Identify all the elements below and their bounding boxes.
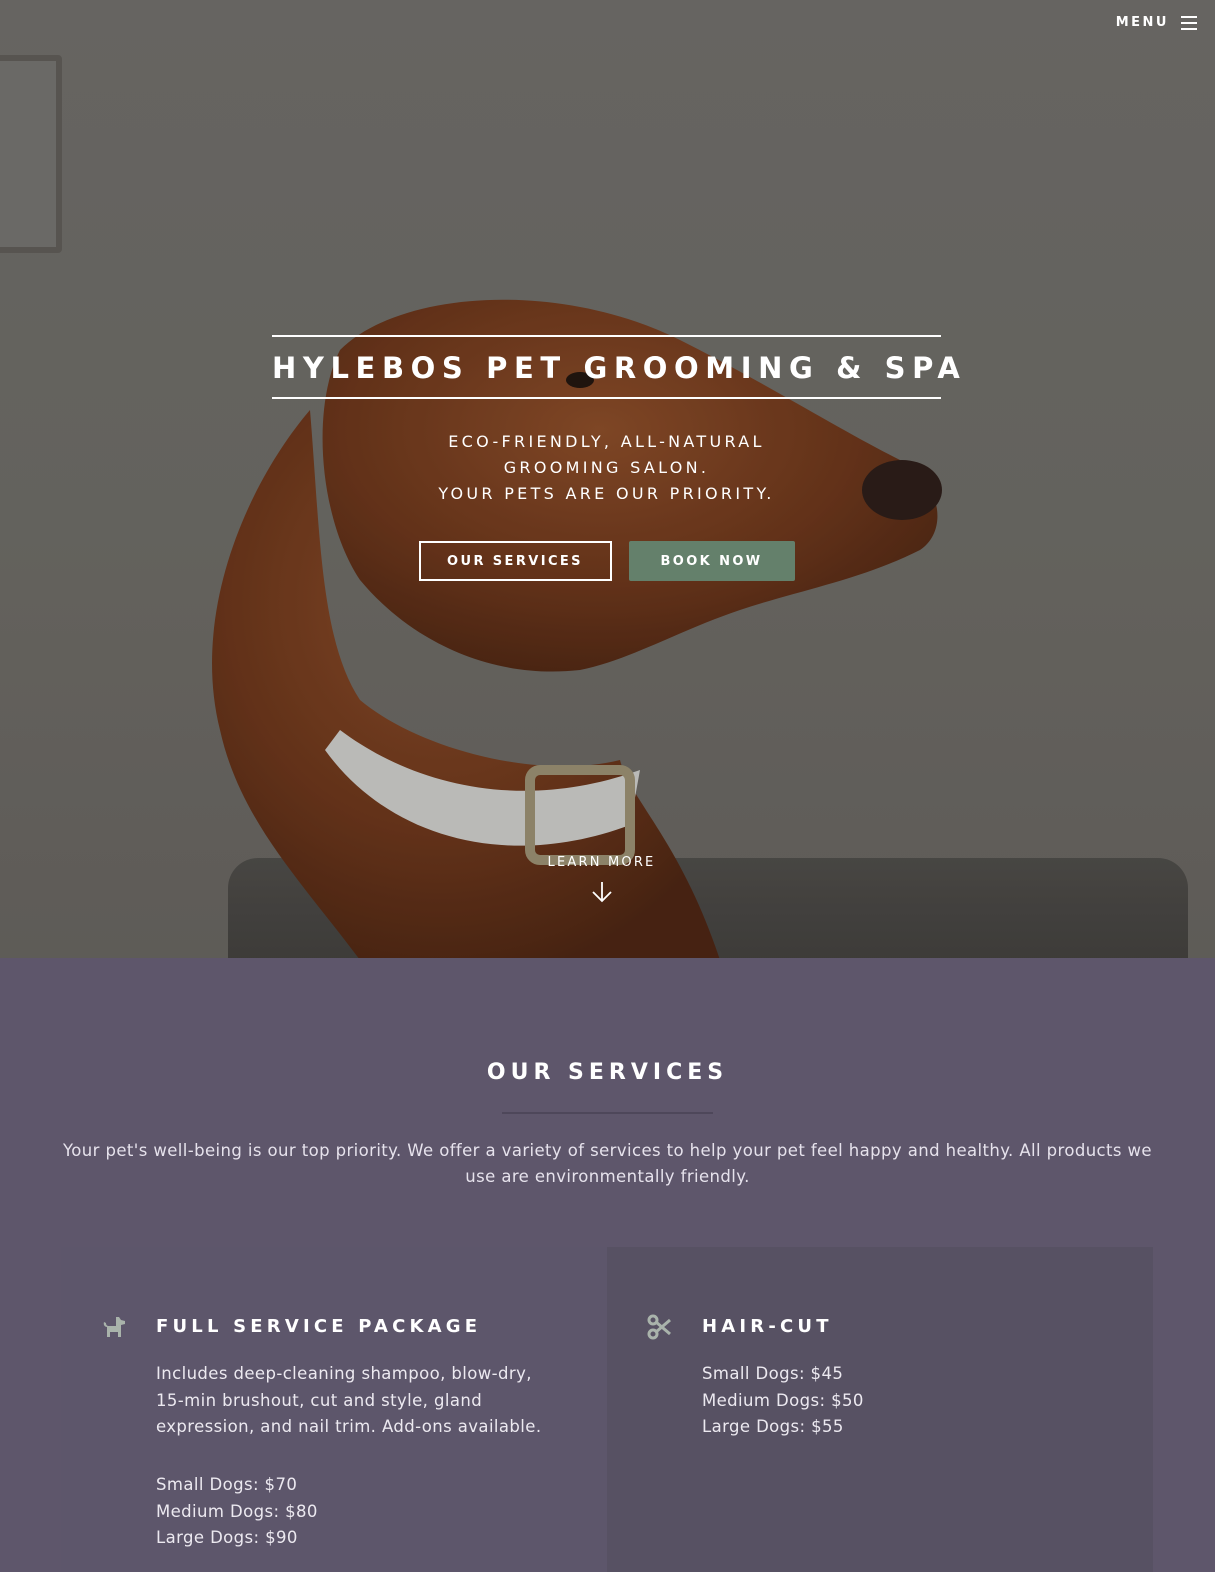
card-description: Includes deep-cleaning shampoo, blow-dry… [156, 1364, 542, 1436]
learn-more-link[interactable]: LEARN MORE [0, 855, 1203, 904]
card-title: FULL SERVICE PACKAGE [156, 1316, 482, 1337]
service-card-full-service: FULL SERVICE PACKAGE Includes deep-clean… [61, 1247, 607, 1572]
menu-label: MENU [1115, 15, 1169, 30]
price-item: Small Dogs: $45 [702, 1364, 844, 1383]
price-item: Medium Dogs: $80 [156, 1501, 318, 1521]
arrow-down-icon [591, 882, 612, 903]
section-title: OUR SERVICES [486, 1060, 729, 1085]
learn-more-label: LEARN MORE [547, 855, 656, 870]
menu-button[interactable]: MENU [1116, 15, 1197, 30]
tagline-line: GROOMING SALON. [503, 458, 710, 477]
services-section: OUR SERVICES Your pet's well-being is ou… [0, 958, 1215, 1572]
price-item: Medium Dogs: $50 [702, 1390, 864, 1410]
price-list: Small Dogs: $45 Medium Dogs: $50 Large D… [702, 1361, 864, 1441]
book-now-button[interactable]: BOOK NOW [628, 541, 795, 581]
hero-buttons: OUR SERVICES BOOK NOW [272, 541, 941, 581]
section-intro: Your pet's well-being is our top priorit… [63, 1141, 1152, 1186]
price-list: Small Dogs: $70 Medium Dogs: $80 Large D… [156, 1472, 318, 1552]
scissors-icon [647, 1314, 671, 1340]
our-services-button[interactable]: OUR SERVICES [418, 541, 612, 581]
price-item: Large Dogs: $90 [156, 1528, 298, 1547]
site-title: HYLEBOS PET GROOMING & SPA [272, 335, 960, 399]
hamburger-icon [1181, 15, 1197, 30]
dog-icon [103, 1317, 125, 1337]
price-item: Small Dogs: $70 [156, 1475, 298, 1494]
tagline-line: YOUR PETS ARE OUR PRIORITY. [438, 484, 775, 503]
service-card-hair-cut: HAIR-CUT Small Dogs: $45 Medium Dogs: $5… [607, 1247, 1153, 1572]
title-divider [502, 1112, 713, 1114]
price-item: Large Dogs: $55 [702, 1417, 844, 1436]
hero-section: MENU HYLEBOS PET GROOMING & SPA ECO-FRIE… [0, 0, 1215, 958]
card-title: HAIR-CUT [702, 1316, 833, 1337]
tagline: ECO-FRIENDLY, ALL-NATURAL GROOMING SALON… [272, 429, 941, 507]
masthead: HYLEBOS PET GROOMING & SPA ECO-FRIENDLY,… [272, 335, 960, 581]
tagline-line: ECO-FRIENDLY, ALL-NATURAL [448, 432, 765, 451]
